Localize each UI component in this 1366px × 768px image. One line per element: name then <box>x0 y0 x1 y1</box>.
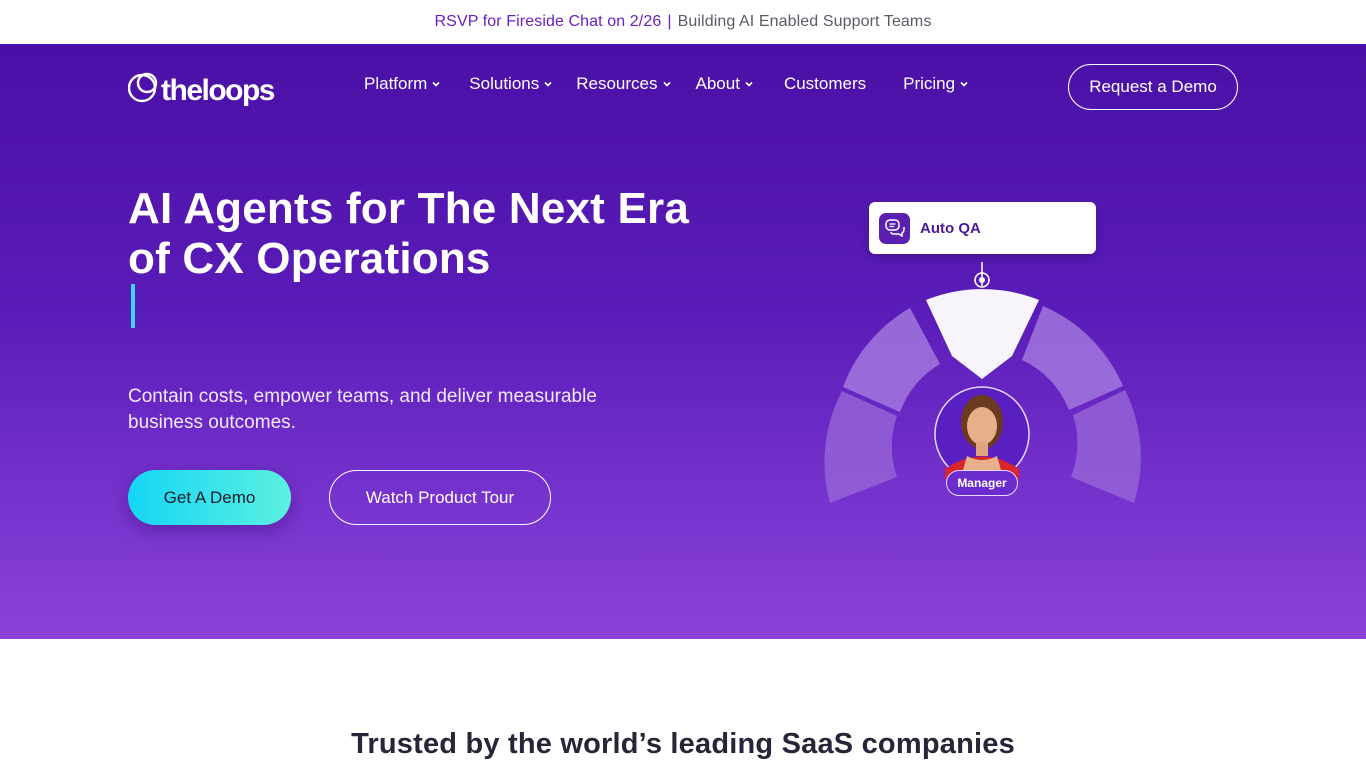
hero-headline: AI Agents for The Next Era of CX Operati… <box>128 184 728 284</box>
headline-line-2: of CX Operations <box>128 234 491 283</box>
nav-item-label: Pricing <box>903 74 956 93</box>
announcement-separator: | <box>667 13 672 30</box>
logo-text: theloops <box>161 74 276 107</box>
typing-cursor <box>131 284 135 328</box>
nav-item-customers[interactable]: Customers <box>784 74 866 94</box>
chevron-down-icon <box>432 81 440 87</box>
chevron-down-icon <box>662 81 671 87</box>
chevron-down-icon <box>960 81 968 87</box>
chat-bubbles-icon <box>879 212 910 244</box>
hero-subtext: Contain costs, empower teams, and delive… <box>128 386 597 433</box>
hero-illustration: Auto QA Manager <box>820 194 1150 564</box>
logo[interactable]: theloops <box>127 68 276 108</box>
auto-qa-label: Auto QA <box>920 219 981 237</box>
nav-item-label: Customers <box>783 74 867 93</box>
hero-section: theloops Platform Solutions Resources Ab… <box>0 44 1366 639</box>
trusted-heading: Trusted by the world’s leading SaaS comp… <box>351 728 1015 760</box>
auto-qa-card: Auto QA <box>869 202 1096 254</box>
chevron-down-icon <box>544 81 552 87</box>
announcement-link[interactable]: RSVP for Fireside Chat on 2/26 <box>435 13 662 31</box>
chevron-down-icon <box>745 81 753 87</box>
get-demo-button[interactable]: Get A Demo <box>128 470 291 525</box>
manager-badge: Manager <box>946 470 1018 496</box>
headline-line-1: AI Agents for The Next Era <box>128 184 690 233</box>
nav-item-label: About <box>695 74 740 93</box>
nav-item-label: Resources <box>576 74 658 93</box>
announcement-text[interactable]: Building AI Enabled Support Teams <box>678 13 932 31</box>
nav-item-about[interactable]: About <box>696 74 754 94</box>
request-demo-button[interactable]: Request a Demo <box>1068 64 1238 110</box>
loops-logo-icon <box>127 70 160 106</box>
nav-item-resources[interactable]: Resources <box>576 74 671 94</box>
nav-item-label: Solutions <box>469 74 540 93</box>
announcement-bar: RSVP for Fireside Chat on 2/26 | Buildin… <box>0 0 1366 44</box>
nav-item-platform[interactable]: Platform <box>364 74 441 94</box>
watch-tour-button[interactable]: Watch Product Tour <box>329 470 551 525</box>
nav-item-solutions[interactable]: Solutions <box>469 74 553 94</box>
nav-item-label: Platform <box>364 74 428 93</box>
main-nav: Platform Solutions Resources About Custo… <box>364 74 969 94</box>
nav-item-pricing[interactable]: Pricing <box>903 74 969 94</box>
